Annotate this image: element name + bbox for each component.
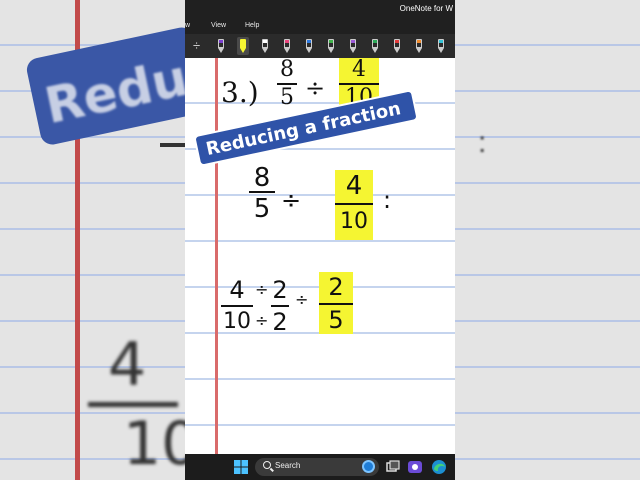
background-fraction-numerator: 4 — [108, 330, 147, 400]
pen-red-tool[interactable] — [391, 37, 403, 55]
step1-a-numerator: 8 — [253, 163, 271, 193]
highlighter-yellow-tool[interactable] — [237, 37, 249, 55]
edge-browser-icon[interactable] — [431, 459, 447, 475]
step1-b-denominator: 10 — [340, 209, 368, 234]
step1-a-denominator: 5 — [253, 194, 271, 224]
title-bar: OneNote for W — [185, 0, 455, 20]
taskbar-search-input[interactable]: Search — [255, 458, 379, 476]
step2-numerator: 4 — [229, 276, 245, 304]
pen-cyan-tool[interactable] — [435, 37, 447, 55]
step2-op-top: ÷ — [255, 280, 269, 299]
onenote-window: OneNote for W w View Help ÷ 3.) 8 5 ÷ 4 … — [185, 0, 455, 480]
menu-bar: w View Help — [185, 20, 455, 34]
draw-toolbar: ÷ — [185, 34, 455, 58]
background-colon: : — [478, 126, 487, 159]
step1-tail-colon: : — [383, 186, 392, 214]
page-margin-line — [215, 58, 218, 454]
meet-app-icon[interactable] — [407, 459, 423, 475]
pen-purple-2-tool[interactable] — [347, 37, 359, 55]
step2-op-column: ÷ ÷ — [255, 276, 269, 335]
problem-a-denominator: 5 — [280, 85, 294, 110]
step2-divisor-top: 2 — [272, 276, 288, 304]
pen-white-tool[interactable] — [259, 37, 271, 55]
background-fraction: 4 10 — [88, 330, 185, 479]
pen-blue-tool[interactable] — [303, 37, 315, 55]
step2-divisor: 2 2 — [271, 276, 289, 336]
pen-purple-tool[interactable] — [215, 37, 227, 55]
step1-divide-sign: ÷ — [281, 186, 302, 214]
menu-draw[interactable]: w — [185, 22, 190, 29]
step2-divisor-bottom: 2 — [272, 308, 288, 336]
step1-fraction-b: 4 10 — [335, 170, 373, 240]
step1-fraction-a: 8 5 — [249, 163, 275, 224]
taskbar: Search — [185, 454, 455, 480]
background-right: : — [455, 0, 640, 480]
menu-view[interactable]: View — [211, 22, 226, 29]
step2-result-numerator: 2 — [328, 273, 344, 301]
background-fraction-bar — [160, 143, 185, 147]
problem-divide-sign: ÷ — [305, 74, 326, 102]
step2-left-numerator-group: 4 10 — [221, 276, 253, 336]
search-icon — [263, 461, 271, 469]
step2-result: 2 5 — [319, 272, 353, 334]
background-fraction-denominator: 10 — [123, 409, 185, 479]
step1-b-numerator: 4 — [345, 171, 363, 201]
divide-icon[interactable]: ÷ — [193, 38, 200, 53]
pen-green-2-tool[interactable] — [369, 37, 381, 55]
step2-equals-sign: ÷ — [295, 290, 309, 309]
problem-number: 3.) — [221, 76, 259, 109]
pen-pink-tool[interactable] — [281, 37, 293, 55]
step2-result-denominator: 5 — [328, 306, 344, 334]
search-placeholder: Search — [275, 461, 301, 470]
task-view-icon[interactable] — [385, 459, 401, 475]
pen-green-tool[interactable] — [325, 37, 337, 55]
menu-help[interactable]: Help — [245, 22, 259, 29]
step2-op-bottom: ÷ — [255, 311, 269, 330]
problem-a-numerator: 8 — [280, 57, 294, 82]
step2-denominator: 10 — [223, 309, 251, 334]
copilot-icon[interactable] — [362, 460, 375, 473]
problem-fraction-a: 8 5 — [277, 58, 297, 110]
problem-b-numerator: 4 — [352, 57, 366, 82]
pen-orange-tool[interactable] — [413, 37, 425, 55]
windows-start-icon[interactable] — [233, 459, 249, 475]
window-title: OneNote for W — [399, 4, 453, 13]
